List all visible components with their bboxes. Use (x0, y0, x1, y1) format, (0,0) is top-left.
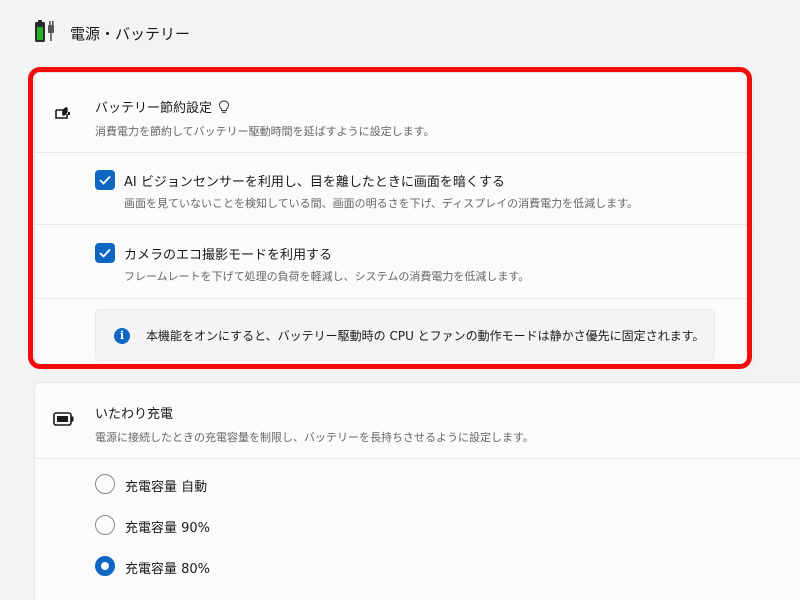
charge-auto-label: 充電容量 自動 (125, 480, 208, 495)
charge-90-label: 充電容量 90% (125, 521, 211, 536)
battery-saver-icon (53, 103, 73, 123)
battery-saver-title: バッテリー節約設定 (95, 97, 230, 118)
charge-options: 充電容量 自動 充電容量 90% 充電容量 80% (35, 459, 800, 600)
charge-care-card: いたわり充電 電源に接続したときの充電容量を制限し、バッテリーを長持ちさせるよう… (34, 382, 800, 600)
ai-vision-checkbox[interactable] (95, 170, 115, 190)
page-header: 電源・バッテリー (34, 18, 190, 48)
charge-auto-radio[interactable] (95, 474, 115, 494)
charge-80-label: 充電容量 80% (125, 562, 211, 577)
battery-icon (53, 411, 74, 431)
battery-plug-icon (34, 19, 60, 47)
ai-vision-title: AI ビジョンセンサーを利用し、目を離したときに画面を暗くする (124, 175, 505, 190)
battery-saver-card: バッテリー節約設定 消費電力を節約してバッテリー駆動時間を延ばすように設定します… (34, 72, 754, 366)
camera-eco-title: カメラのエコ撮影モードを利用する (124, 248, 333, 263)
charge-care-header: いたわり充電 電源に接続したときの充電容量を制限し、バッテリーを長持ちさせるよう… (35, 383, 800, 459)
charge-80-radio[interactable] (95, 556, 115, 576)
ai-vision-description: 画面を見ていないことを検知している間、画面の明るさを下げ、ディスプレイの消費電力… (124, 197, 639, 210)
info-bar: i 本機能をオンにすると、バッテリー駆動時の CPU とファンの動作モードは静か… (95, 309, 715, 361)
info-icon: i (114, 328, 130, 344)
checkmark-icon (99, 248, 111, 258)
page-title: 電源・バッテリー (70, 24, 191, 43)
camera-eco-checkbox[interactable] (95, 243, 115, 263)
checkmark-icon (99, 175, 111, 185)
option-camera-eco: カメラのエコ撮影モードを利用する フレームレートを下げて処理の負荷を軽減し、シス… (35, 225, 753, 299)
battery-saver-description: 消費電力を節約してバッテリー駆動時間を延ばすように設定します。 (95, 125, 435, 138)
charge-care-description: 電源に接続したときの充電容量を制限し、バッテリーを長持ちさせるように設定します。 (95, 431, 534, 444)
option-ai-vision: AI ビジョンセンサーを利用し、目を離したときに画面を暗くする 画面を見ていない… (35, 153, 753, 225)
battery-saver-header: バッテリー節約設定 消費電力を節約してバッテリー駆動時間を延ばすように設定します… (35, 73, 753, 153)
charge-90-radio[interactable] (95, 515, 115, 535)
lightbulb-icon[interactable] (218, 100, 230, 118)
charge-care-title: いたわり充電 (95, 407, 174, 422)
info-text: 本機能をオンにすると、バッテリー駆動時の CPU とファンの動作モードは静かさ優… (146, 329, 705, 343)
camera-eco-description: フレームレートを下げて処理の負荷を軽減し、システムの消費電力を低減します。 (124, 270, 530, 283)
